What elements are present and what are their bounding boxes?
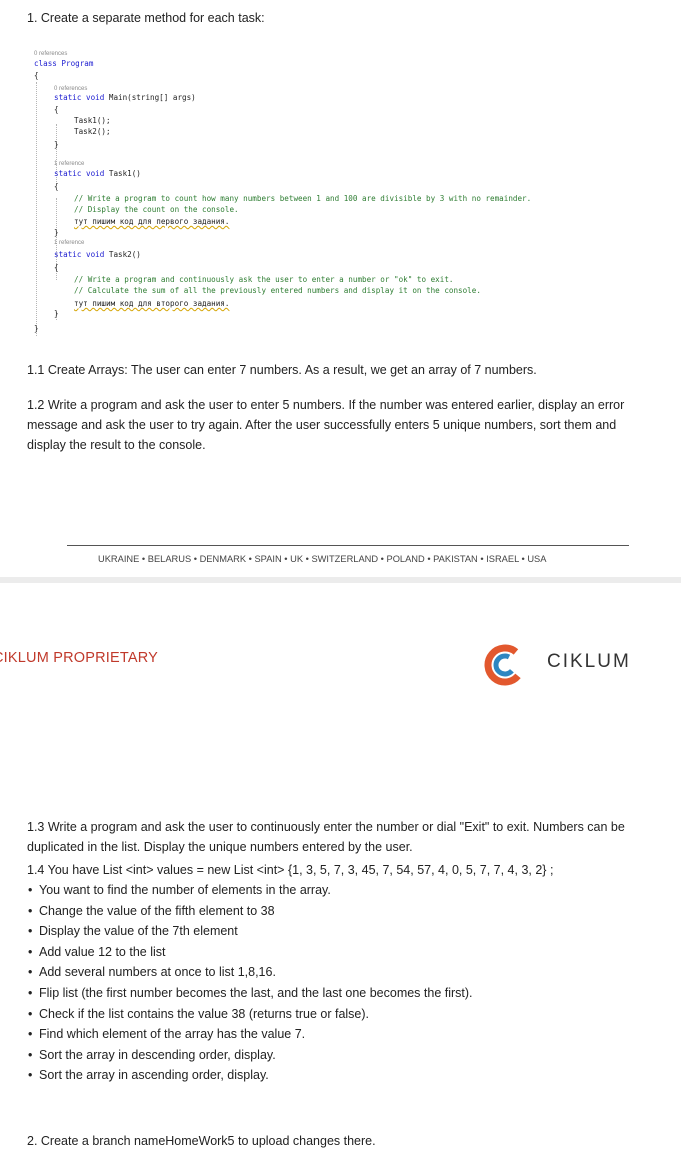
task-1-3: 1.3 Write a program and ask the user to … — [27, 820, 625, 854]
list-item: Check if the list contains the value 38 … — [27, 1004, 647, 1025]
task-1-4-subtasks: You want to find the number of elements … — [27, 880, 647, 1086]
code-russian-note: тут пишим код для второго задания. — [74, 299, 230, 308]
code-ref-count: 1 reference — [54, 240, 85, 246]
code-brace: } — [54, 309, 59, 318]
list-item: Sort the array in ascending order, displ… — [27, 1065, 647, 1086]
list-item: Add value 12 to the list — [27, 942, 647, 963]
task-1-2: 1.2 Write a program and ask the user to … — [27, 398, 625, 452]
code-class-line: class Program — [34, 59, 94, 68]
code-brace: { — [54, 182, 59, 191]
code-brace: { — [54, 263, 59, 272]
list-item: Display the value of the 7th element — [27, 921, 647, 942]
code-brace: { — [54, 105, 59, 114]
list-item: Flip list (the first number becomes the … — [27, 983, 647, 1004]
list-item: Change the value of the fifth element to… — [27, 901, 647, 922]
ciklum-logo-icon — [480, 640, 530, 690]
code-brace: } — [54, 228, 59, 237]
code-main-signature: static void Main(string[] args) — [54, 93, 196, 102]
code-ref-count: 0 references — [54, 86, 88, 92]
code-brace: } — [34, 324, 39, 333]
task-2: 2. Create a branch nameHomeWork5 to uplo… — [27, 1134, 376, 1148]
list-item: Find which element of the array has the … — [27, 1024, 647, 1045]
code-comment: // Calculate the sum of all the previous… — [74, 286, 481, 295]
code-comment: // Display the count on the console. — [74, 205, 239, 214]
footer-divider — [67, 545, 629, 546]
task-1-1: 1.1 Create Arrays: The user can enter 7 … — [27, 363, 537, 377]
code-call-task2: Task2(); — [74, 127, 111, 136]
list-item: You want to find the number of elements … — [27, 880, 647, 901]
code-russian-note: тут пишим код для первого задания. — [74, 217, 230, 226]
list-item: Sort the array in descending order, disp… — [27, 1045, 647, 1066]
countries-list: UKRAINE • BELARUS • DENMARK • SPAIN • UK… — [98, 554, 547, 564]
task-1-4: 1.4 You have List <int> values = new Lis… — [27, 863, 554, 877]
code-brace: } — [54, 140, 59, 149]
heading-create-methods: 1. Create a separate method for each tas… — [27, 11, 265, 25]
ciklum-logo-text: CIKLUM — [547, 651, 631, 672]
code-task1-signature: static void Task1() — [54, 169, 141, 178]
page-separator — [0, 577, 681, 583]
code-snippet: 0 references class Program { 0 reference… — [30, 48, 590, 338]
list-item: Add several numbers at once to list 1,8,… — [27, 962, 647, 983]
code-brace: { — [34, 71, 39, 80]
code-ref-count: 1 reference — [54, 161, 85, 167]
code-comment: // Write a program to count how many num… — [74, 194, 532, 203]
code-ref-count: 0 references — [34, 51, 68, 57]
code-call-task1: Task1(); — [74, 116, 111, 125]
code-task2-signature: static void Task2() — [54, 250, 141, 259]
code-comment: // Write a program and continuously ask … — [74, 275, 454, 284]
proprietary-label: CIKLUM PROPRIETARY — [0, 650, 159, 666]
